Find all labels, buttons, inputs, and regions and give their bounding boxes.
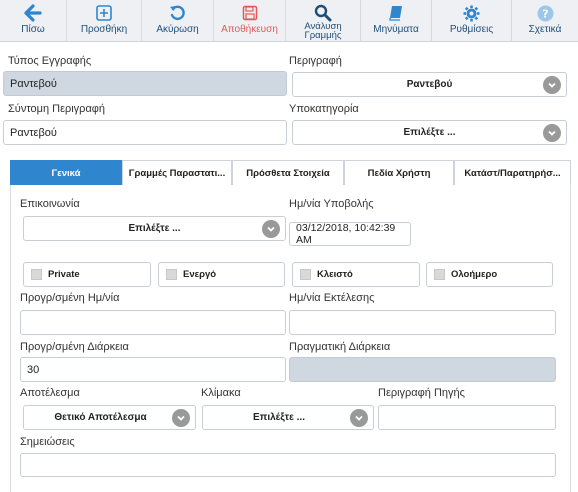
allday-checkbox[interactable]: Ολοήμερο — [426, 262, 553, 287]
closed-label: Κλειστό — [317, 269, 353, 280]
chevron-down-icon — [543, 123, 561, 142]
record-type-field: Ραντεβού — [3, 71, 287, 96]
communication-select[interactable]: Επιλέξτε ... — [23, 216, 286, 241]
planned-date-input[interactable] — [20, 310, 286, 335]
source-description-input[interactable] — [378, 405, 556, 430]
active-checkbox[interactable]: Ενεργό — [158, 262, 285, 287]
execution-date-input[interactable] — [289, 310, 556, 335]
chevron-down-icon — [543, 75, 561, 94]
scale-label: Κλίμακα — [201, 387, 241, 399]
svg-text:?: ? — [542, 7, 548, 20]
save-label: Αποθήκευση — [221, 24, 278, 35]
floppy-disk-icon — [240, 3, 260, 23]
checkbox-box — [434, 269, 445, 280]
tab-status-notes[interactable]: Κατάστ/Παρατηρήσ... — [454, 160, 571, 185]
scale-select-value: Επιλέξτε ... — [253, 412, 305, 423]
notes-input[interactable] — [20, 453, 556, 477]
arrow-left-icon — [23, 3, 43, 23]
allday-label: Ολοήμερο — [451, 269, 498, 280]
line-analysis-button[interactable]: Ανάλυση Γραμμής — [286, 0, 361, 42]
actual-duration-label: Πραγματική Διάρκεια — [289, 341, 391, 353]
plus-square-icon — [94, 3, 114, 23]
active-label: Ενεργό — [183, 269, 217, 280]
checkbox-box — [166, 269, 177, 280]
undo-icon — [168, 3, 188, 23]
tab-bar: Γενικά Γραμμές Παραστατι... Πρόσθετα Στο… — [10, 160, 571, 185]
submission-date-label: Ημ/νία Υποβολής — [289, 198, 374, 210]
checkbox-box — [31, 269, 42, 280]
actual-duration-field — [289, 357, 556, 382]
closed-checkbox[interactable]: Κλειστό — [292, 262, 420, 287]
short-description-input[interactable]: Ραντεβού — [3, 120, 287, 145]
add-label: Προσθήκη — [80, 24, 128, 35]
messages-label: Μηνύματα — [373, 24, 419, 35]
book-icon — [386, 3, 406, 23]
toolbar: Πίσω Προσθήκη Ακύρωση Αποθήκευση Ανάλυση… — [0, 0, 578, 42]
result-select-value: Θετικό Αποτέλεσμα — [54, 412, 147, 423]
gear-icon — [462, 3, 482, 23]
tab-general[interactable]: Γενικά — [10, 160, 122, 185]
cancel-label: Ακύρωση — [156, 24, 199, 35]
planned-date-label: Προγρ/σμένη Ημ/νία — [20, 292, 120, 304]
chevron-down-icon — [350, 408, 368, 427]
result-select[interactable]: Θετικό Αποτέλεσμα — [23, 405, 196, 430]
question-circle-icon: ? — [535, 3, 555, 23]
about-button[interactable]: ? Σχετικά — [512, 0, 578, 42]
add-button[interactable]: Προσθήκη — [67, 0, 142, 42]
source-description-label: Περιγραφή Πηγής — [378, 387, 465, 399]
communication-label: Επικοινωνία — [20, 198, 80, 210]
record-type-label: Τύπος Εγγραφής — [8, 55, 92, 67]
description-select[interactable]: Ραντεβού — [292, 72, 567, 97]
line-analysis-label-2: Γραμμής — [304, 30, 342, 41]
subcategory-select[interactable]: Επιλέξτε ... — [292, 120, 567, 145]
save-button[interactable]: Αποθήκευση — [214, 0, 286, 42]
settings-button[interactable]: Ρυθμίσεις — [432, 0, 512, 42]
description-label: Περιγραφή — [289, 55, 342, 67]
scale-select[interactable]: Επιλέξτε ... — [202, 405, 374, 430]
messages-button[interactable]: Μηνύματα — [361, 0, 432, 42]
search-icon — [313, 3, 333, 23]
back-button[interactable]: Πίσω — [0, 0, 67, 42]
private-label: Private — [48, 269, 80, 280]
about-label: Σχετικά — [528, 24, 562, 35]
communication-select-value: Επιλέξτε ... — [128, 223, 181, 234]
planned-duration-input[interactable]: 30 — [20, 357, 286, 382]
description-select-value: Ραντεβού — [406, 79, 453, 90]
tab-user-fields[interactable]: Πεδία Χρήστη — [344, 160, 454, 185]
submission-date-input[interactable]: 03/12/2018, 10:42:39 AM — [289, 222, 411, 246]
result-label: Αποτέλεσμα — [20, 387, 80, 399]
execution-date-label: Ημ/νία Εκτέλεσης — [289, 292, 375, 304]
planned-duration-label: Προγρ/σμένη Διάρκεια — [20, 341, 129, 353]
short-description-label: Σύντομη Περιγραφή — [8, 103, 106, 115]
notes-label: Σημειώσεις — [20, 436, 75, 448]
chevron-down-icon — [262, 219, 280, 238]
tab-document-lines[interactable]: Γραμμές Παραστατι... — [122, 160, 232, 185]
private-checkbox[interactable]: Private — [23, 262, 151, 287]
tab-additional-info[interactable]: Πρόσθετα Στοιχεία — [232, 160, 344, 185]
cancel-button[interactable]: Ακύρωση — [142, 0, 214, 42]
subcategory-select-value: Επιλέξτε ... — [403, 127, 456, 138]
chevron-down-icon — [172, 408, 190, 427]
settings-label: Ρυθμίσεις — [449, 24, 494, 35]
back-label: Πίσω — [21, 24, 45, 35]
checkbox-box — [300, 269, 311, 280]
subcategory-label: Υποκατηγορία — [289, 103, 359, 115]
